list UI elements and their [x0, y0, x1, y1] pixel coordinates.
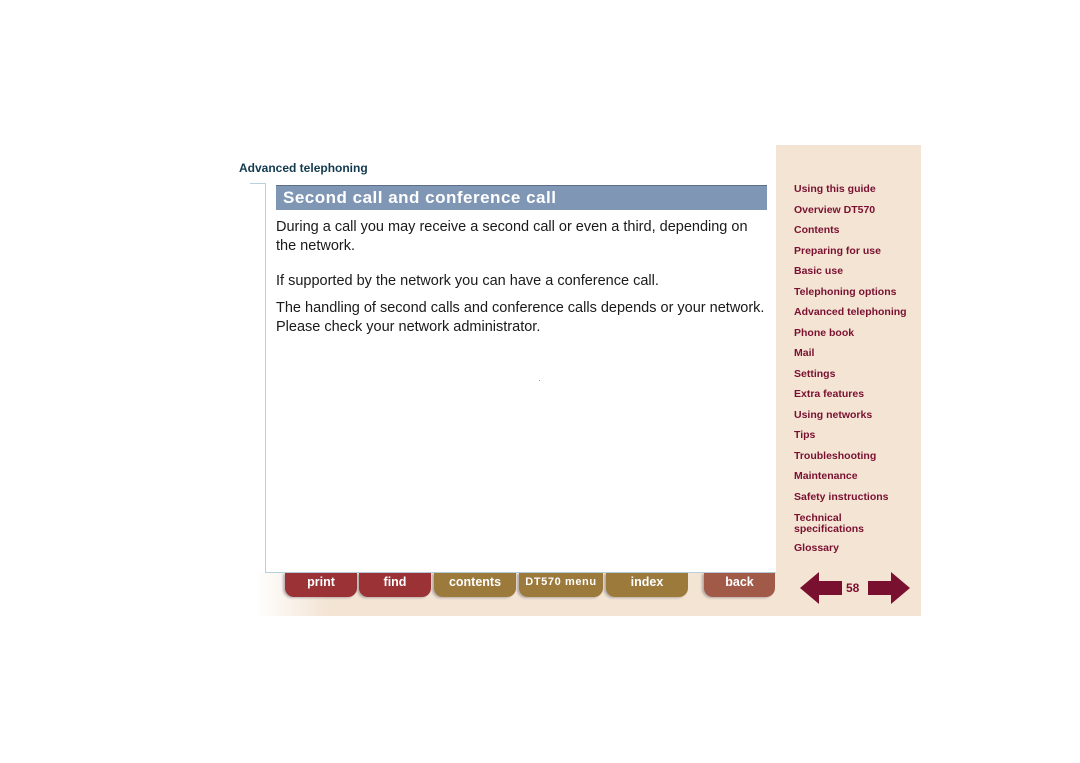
sidebar-item-safety[interactable]: Safety instructions: [794, 492, 889, 503]
sidebar-item-tips[interactable]: Tips: [794, 430, 815, 441]
sidebar-item-using-networks[interactable]: Using networks: [794, 410, 872, 421]
section-label: Advanced telephoning: [239, 161, 368, 175]
page-navigator: 58: [800, 572, 910, 604]
sidebar-item-telephoning-options[interactable]: Telephoning options: [794, 287, 896, 298]
index-button[interactable]: index: [606, 573, 688, 597]
sidebar-item-troubleshooting[interactable]: Troubleshooting: [794, 451, 876, 462]
page-title-bar: Second call and conference call: [276, 185, 767, 210]
paragraph: During a call you may receive a second c…: [276, 219, 748, 254]
arrow-left-icon[interactable]: [800, 572, 842, 604]
sidebar-item-glossary[interactable]: Glossary: [794, 543, 839, 554]
frame-divider: [250, 183, 266, 184]
sidebar-item-overview[interactable]: Overview DT570: [794, 205, 875, 216]
sidebar-item-preparing[interactable]: Preparing for use: [794, 246, 881, 257]
sidebar-nav: Using this guide Overview DT570 Contents…: [776, 145, 921, 616]
sidebar-item-maintenance[interactable]: Maintenance: [794, 471, 858, 482]
sidebar-item-settings[interactable]: Settings: [794, 369, 835, 380]
sidebar-item-advanced-telephoning[interactable]: Advanced telephoning: [794, 307, 907, 318]
sidebar-item-contents[interactable]: Contents: [794, 225, 840, 236]
sidebar-item-extra-features[interactable]: Extra features: [794, 389, 864, 400]
sidebar-item-mail[interactable]: Mail: [794, 348, 814, 359]
stray-dot: [539, 380, 540, 381]
page-title: Second call and conference call: [283, 188, 557, 207]
sidebar-item-phone-book[interactable]: Phone book: [794, 328, 854, 339]
paragraph: The handling of second calls and confere…: [276, 300, 765, 335]
back-button[interactable]: back: [704, 573, 775, 597]
print-button[interactable]: print: [285, 573, 357, 597]
sidebar-item-basic-use[interactable]: Basic use: [794, 266, 843, 277]
paragraph: If supported by the network you can have…: [276, 273, 659, 289]
dt570-menu-button[interactable]: DT570 menu: [519, 573, 603, 597]
contents-button[interactable]: contents: [434, 573, 516, 597]
page-number: 58: [846, 581, 860, 595]
sidebar-item-using-this-guide[interactable]: Using this guide: [794, 184, 876, 195]
arrow-right-icon[interactable]: [868, 572, 910, 604]
find-button[interactable]: find: [359, 573, 431, 597]
sidebar-item-technical-specs[interactable]: Technical specifications: [794, 513, 884, 535]
